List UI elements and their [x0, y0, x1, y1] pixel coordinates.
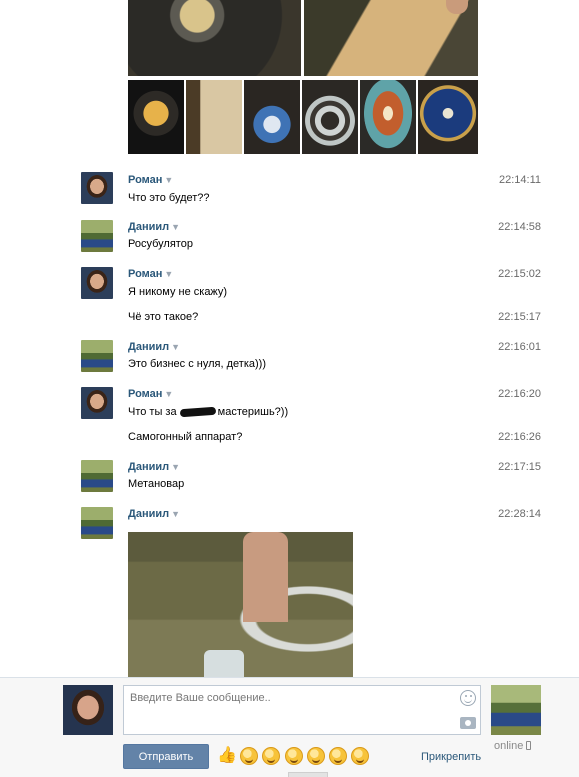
avatar[interactable]: [81, 267, 113, 299]
mobile-phone-icon: [526, 741, 532, 750]
message-time[interactable]: 22:17:15: [498, 461, 541, 473]
attached-photo[interactable]: [128, 532, 353, 677]
message-time[interactable]: 22:14:11: [499, 174, 541, 186]
peer-avatar[interactable]: [491, 685, 541, 735]
laugh-emoji-icon[interactable]: [351, 747, 369, 765]
message-time[interactable]: 22:14:58: [498, 221, 541, 233]
online-status: online: [494, 740, 532, 752]
message-author[interactable]: Даниил ▼: [128, 461, 180, 473]
message-author[interactable]: Роман ▼: [128, 174, 173, 186]
message-text: Самогонный аппарат?: [128, 431, 243, 443]
wink-emoji-icon[interactable]: [307, 747, 325, 765]
message-text: Росубулятор: [128, 238, 193, 250]
message-text: Что ты за мастеришь?)): [128, 406, 289, 418]
message-time[interactable]: 22:16:20: [498, 388, 541, 400]
avatar[interactable]: [81, 340, 113, 372]
grin-emoji-icon[interactable]: [240, 747, 258, 765]
photo-thumbnail[interactable]: [186, 80, 242, 154]
avatar[interactable]: [81, 172, 113, 204]
photo-thumbnail[interactable]: [128, 80, 184, 154]
blush-emoji-icon[interactable]: [329, 747, 347, 765]
caret-down-icon[interactable]: ▼: [171, 462, 180, 472]
message-text: Я никому не скажу): [128, 286, 228, 298]
message-time[interactable]: 22:15:17: [498, 311, 541, 323]
avatar[interactable]: [81, 387, 113, 419]
message-time[interactable]: 22:28:14: [498, 508, 541, 520]
photo-thumbnail[interactable]: [360, 80, 416, 154]
message-time[interactable]: 22:15:02: [498, 268, 541, 280]
photo-thumbnail[interactable]: [418, 80, 478, 154]
photo-thumbnail[interactable]: [244, 80, 300, 154]
message-author[interactable]: Роман ▼: [128, 268, 173, 280]
shock-emoji-icon[interactable]: [285, 747, 303, 765]
attached-photo[interactable]: [128, 0, 301, 76]
camera-icon[interactable]: [460, 717, 476, 729]
message-text: Метановар: [128, 478, 185, 490]
avatar[interactable]: [63, 685, 113, 735]
avatar[interactable]: [81, 507, 113, 539]
scroll-tab[interactable]: [288, 772, 328, 777]
message-author[interactable]: Роман ▼: [128, 388, 173, 400]
caret-down-icon[interactable]: ▼: [164, 389, 173, 399]
message-input[interactable]: Введите Ваше сообщение..: [123, 685, 481, 735]
smile-emoji-icon[interactable]: [262, 747, 280, 765]
message-text: Что это будет??: [128, 192, 210, 204]
attached-photo[interactable]: [304, 0, 478, 76]
caret-down-icon[interactable]: ▼: [164, 175, 173, 185]
attach-link[interactable]: Прикрепить: [421, 751, 481, 763]
message-author[interactable]: Даниил ▼: [128, 341, 180, 353]
message-author[interactable]: Даниил ▼: [128, 221, 180, 233]
message-time[interactable]: 22:16:26: [498, 431, 541, 443]
avatar[interactable]: [81, 220, 113, 252]
message-author[interactable]: Даниил ▼: [128, 508, 180, 520]
redaction-scribble: [179, 406, 216, 418]
message-text: Чё это такое?: [128, 311, 199, 323]
send-button[interactable]: Отправить: [123, 744, 209, 769]
caret-down-icon[interactable]: ▼: [171, 222, 180, 232]
message-input-placeholder: Введите Ваше сообщение..: [130, 692, 271, 704]
message-text: Это бизнес с нуля, детка))): [128, 358, 266, 370]
thumbs-up-icon[interactable]: 👍: [217, 747, 237, 765]
message-time[interactable]: 22:16:01: [498, 341, 541, 353]
smile-icon[interactable]: [460, 690, 476, 706]
caret-down-icon[interactable]: ▼: [171, 342, 180, 352]
caret-down-icon[interactable]: ▼: [171, 509, 180, 519]
photo-thumbnail[interactable]: [302, 80, 358, 154]
caret-down-icon[interactable]: ▼: [164, 269, 173, 279]
avatar[interactable]: [81, 460, 113, 492]
